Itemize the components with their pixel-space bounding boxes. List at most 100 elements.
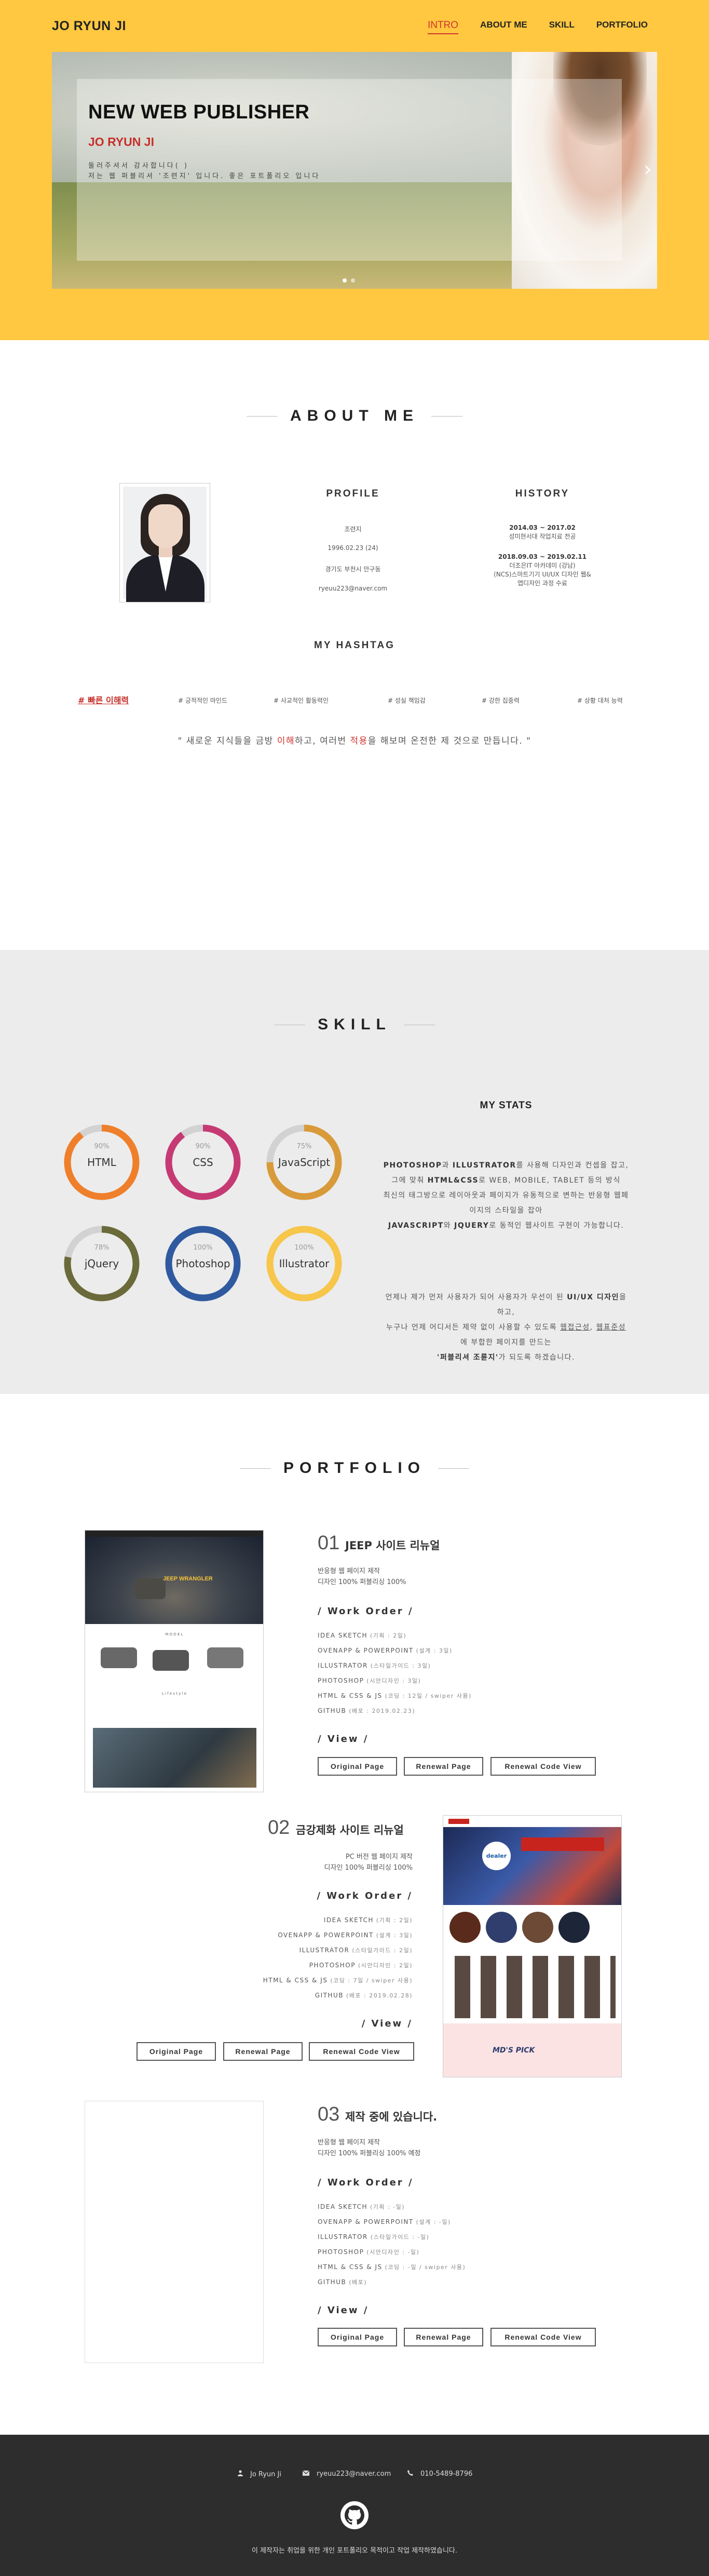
profile-heading: PROFILE bbox=[326, 488, 380, 499]
work-item: HTML & CSS & JS (코딩 : 7일 / swiper 사용) bbox=[263, 1977, 413, 1984]
title-divider bbox=[247, 415, 278, 417]
footer-copyright: 이 제작자는 취업을 위한 개인 포트폴리오 목적이고 작업 제작하였습니다. bbox=[252, 2547, 457, 2555]
profile-email[interactable]: ryeuu223@naver.com bbox=[301, 585, 405, 592]
original-page-button[interactable]: Original Page bbox=[318, 2328, 397, 2346]
ring-label: Illustrator bbox=[279, 1257, 330, 1270]
stats-title: MY STATS bbox=[480, 1100, 533, 1111]
shot-car bbox=[134, 1578, 166, 1599]
work-item: PHOTOSHOP (시안디자인 : -일) bbox=[318, 2248, 420, 2256]
renewal-page-button[interactable]: Renewal Page bbox=[404, 1757, 483, 1776]
title-divider bbox=[438, 1468, 469, 1469]
original-page-button[interactable]: Original Page bbox=[137, 2042, 216, 2061]
work-item: IDEA SKETCH (기획 : 2일) bbox=[323, 1916, 413, 1924]
ring-percent: 75% bbox=[296, 1143, 312, 1150]
about-quote: " 새로운 지식들을 금방 이해하고, 여러번 적용을 해보며 온전한 제 것으… bbox=[0, 733, 709, 746]
nav-about[interactable]: ABOUT ME bbox=[480, 20, 527, 34]
ring-label: JavaScript bbox=[278, 1156, 331, 1169]
project3-work-heading: / Work Order / bbox=[318, 2177, 414, 2188]
quote-text: 하고, 여러번 bbox=[295, 736, 350, 746]
project1-view-heading: / View / bbox=[318, 1734, 369, 1745]
profile-address: 경기도 부천시 안구동 bbox=[325, 566, 381, 573]
stats-strong: PHOTOSHOP bbox=[383, 1161, 442, 1170]
quote-text: " 새로운 지식들을 금방 bbox=[178, 736, 277, 746]
skill-ring: 75% JavaScript bbox=[265, 1123, 344, 1202]
stats-strong: '퍼블리셔 조륜지' bbox=[437, 1353, 499, 1362]
project3-screenshot-placeholder bbox=[85, 2101, 264, 2363]
portfolio-section-title: PORTFOLIO bbox=[0, 1459, 709, 1477]
project2-work-heading: / Work Order / bbox=[317, 1890, 413, 1901]
shot-circle bbox=[449, 1912, 481, 1943]
stats-strong: HTML&CSS bbox=[427, 1176, 479, 1185]
original-page-button[interactable]: Original Page bbox=[318, 1757, 397, 1776]
stats-paragraph-1: PHOTOSHOP과 ILLUSTRATOR를 사용해 디자인과 컨셉을 잡고,… bbox=[350, 1158, 662, 1233]
work-item: PHOTOSHOP (시안디자인 : 3일) bbox=[318, 1677, 421, 1684]
stats-strong: UI/UX 디자인 bbox=[567, 1293, 620, 1302]
project-meta-line: 디자인 100% 퍼블리싱 100% bbox=[324, 1864, 413, 1872]
history-date: 2018.09.03 ~ 2019.02.11 bbox=[498, 553, 587, 560]
work-item: OVENAPP & POWERPOINT (설계 : -일) bbox=[318, 2218, 451, 2225]
project1-screenshot[interactable]: JEEP WRANGLER M O D E L L i f e s t y l … bbox=[85, 1530, 264, 1792]
slider-next-arrow-icon[interactable]: › bbox=[644, 159, 652, 180]
nav-intro[interactable]: INTRO bbox=[427, 20, 459, 34]
footer-email[interactable]: ryeuu223@naver.com bbox=[302, 2470, 391, 2478]
github-icon[interactable] bbox=[340, 2501, 369, 2529]
stats-text: , bbox=[590, 1323, 596, 1332]
shot-circle bbox=[522, 1912, 553, 1943]
footer-name: Jo Ryun Ji bbox=[238, 2470, 281, 2478]
project3-view-heading: / View / bbox=[318, 2305, 369, 2316]
project-meta-line: 반응형 웹 페이지 제작 bbox=[318, 1567, 380, 1575]
renewal-code-view-button[interactable]: Renewal Code View bbox=[309, 2042, 414, 2061]
project2-screenshot[interactable]: dealer MD'S PICK bbox=[443, 1815, 622, 2077]
footer-phone[interactable]: 010-5489-8796 bbox=[407, 2470, 472, 2478]
hero-intro-line1: 둘러주셔서 감사합니다( ) bbox=[88, 162, 189, 170]
portfolio-title-text: PORTFOLIO bbox=[283, 1459, 426, 1477]
shot-banner bbox=[521, 1837, 604, 1851]
project3-name: 제작 중에 있습니다. bbox=[345, 2111, 438, 2123]
profile-name: 조련지 bbox=[344, 526, 362, 533]
skill-ring: 100% Photoshop bbox=[163, 1224, 242, 1303]
project-meta-line: 디자인 100% 퍼블리싱 100% bbox=[318, 1578, 406, 1586]
shot1-brand: JEEP WRANGLER bbox=[163, 1576, 213, 1582]
project-meta-line: 반응형 웹 페이지 제작 bbox=[318, 2139, 380, 2146]
footer-phone-text: 010-5489-8796 bbox=[420, 2470, 473, 2478]
work-item: GITHUB (배포 : 2019.02.23) bbox=[318, 1707, 416, 1714]
hero-name: JO RYUN JI bbox=[88, 135, 154, 149]
slider-pagination bbox=[343, 278, 355, 283]
history-desc: 더조은IT 아카데미 (강남) bbox=[509, 562, 576, 569]
project3-work-list: IDEA SKETCH (기획 : -일) OVENAPP & POWERPOI… bbox=[318, 2199, 466, 2290]
nav-portfolio[interactable]: PORTFOLIO bbox=[596, 20, 648, 34]
skill-ring: 100% Illustrator bbox=[265, 1224, 344, 1303]
stats-strong: JQUERY bbox=[454, 1222, 489, 1230]
project1-name: JEEP 사이트 리뉴얼 bbox=[345, 1539, 440, 1552]
stats-text: 로 동적인 웹사이트 구현이 가능합니다. bbox=[489, 1222, 624, 1230]
about-title-text: ABOUT ME bbox=[290, 407, 419, 424]
history-item: 2018.09.03 ~ 2019.02.11 더조은IT 아카데미 (강남) … bbox=[465, 553, 620, 588]
stats-text: 을 bbox=[619, 1293, 627, 1302]
renewal-page-button[interactable]: Renewal Page bbox=[223, 2042, 303, 2061]
project1-number: 01 bbox=[318, 1532, 340, 1554]
hero-intro-line2: 저는 웹 퍼블리셔 '조련지' 입니다. 좋은 포트폴리오 입니다 bbox=[88, 172, 321, 180]
slider-dot[interactable] bbox=[351, 278, 355, 283]
renewal-page-button[interactable]: Renewal Page bbox=[404, 2328, 483, 2346]
project-meta-line: PC 버전 웹 페이지 제작 bbox=[345, 1853, 413, 1861]
hashtag-item: # 강한 집중력 bbox=[482, 697, 520, 704]
renewal-code-view-button[interactable]: Renewal Code View bbox=[490, 1757, 596, 1776]
stats-paragraph-2: 언제나 제가 먼저 사용자가 되어 사용자가 우선이 된 UI/UX 디자인을 … bbox=[350, 1290, 662, 1365]
hero-slider[interactable]: NEW WEB PUBLISHER JO RYUN JI 둘러주셔서 감사합니다… bbox=[52, 52, 657, 289]
shot-circle bbox=[558, 1912, 590, 1943]
project1-work-list: IDEA SKETCH (기획 : 2일) OVENAPP & POWERPOI… bbox=[318, 1628, 472, 1719]
hashtag-item: # 사교적인 활동력인 bbox=[274, 697, 329, 704]
footer-email-text: ryeuu223@naver.com bbox=[317, 2470, 391, 2478]
stats-text: 최신의 태그방으로 레이아웃과 페이지가 유동적으로 변하는 반응형 웹페 bbox=[383, 1191, 629, 1200]
nav-skill[interactable]: SKILL bbox=[549, 20, 575, 34]
shot-model-area: M O D E L L i f e s t y l e bbox=[85, 1624, 263, 1725]
slider-dot[interactable] bbox=[343, 278, 347, 283]
quote-text: 을 해보며 온전한 제 것으로 만듭니다. " bbox=[367, 736, 531, 746]
renewal-code-view-button[interactable]: Renewal Code View bbox=[490, 2328, 596, 2346]
mail-icon bbox=[302, 2470, 310, 2478]
site-logo[interactable]: JO RYUN JI bbox=[52, 19, 126, 34]
stats-text: 누구나 언제 어디서든 제약 없이 사용할 수 있도록 bbox=[386, 1323, 561, 1332]
stats-text: 이지의 스타일을 잡아 bbox=[469, 1206, 543, 1215]
stats-text: 를 사용해 디자인과 컨셉을 잡고, bbox=[516, 1161, 629, 1170]
history-item: 2014.03 ~ 2017.02 성미현서대 작업치료 전공 bbox=[465, 524, 620, 541]
